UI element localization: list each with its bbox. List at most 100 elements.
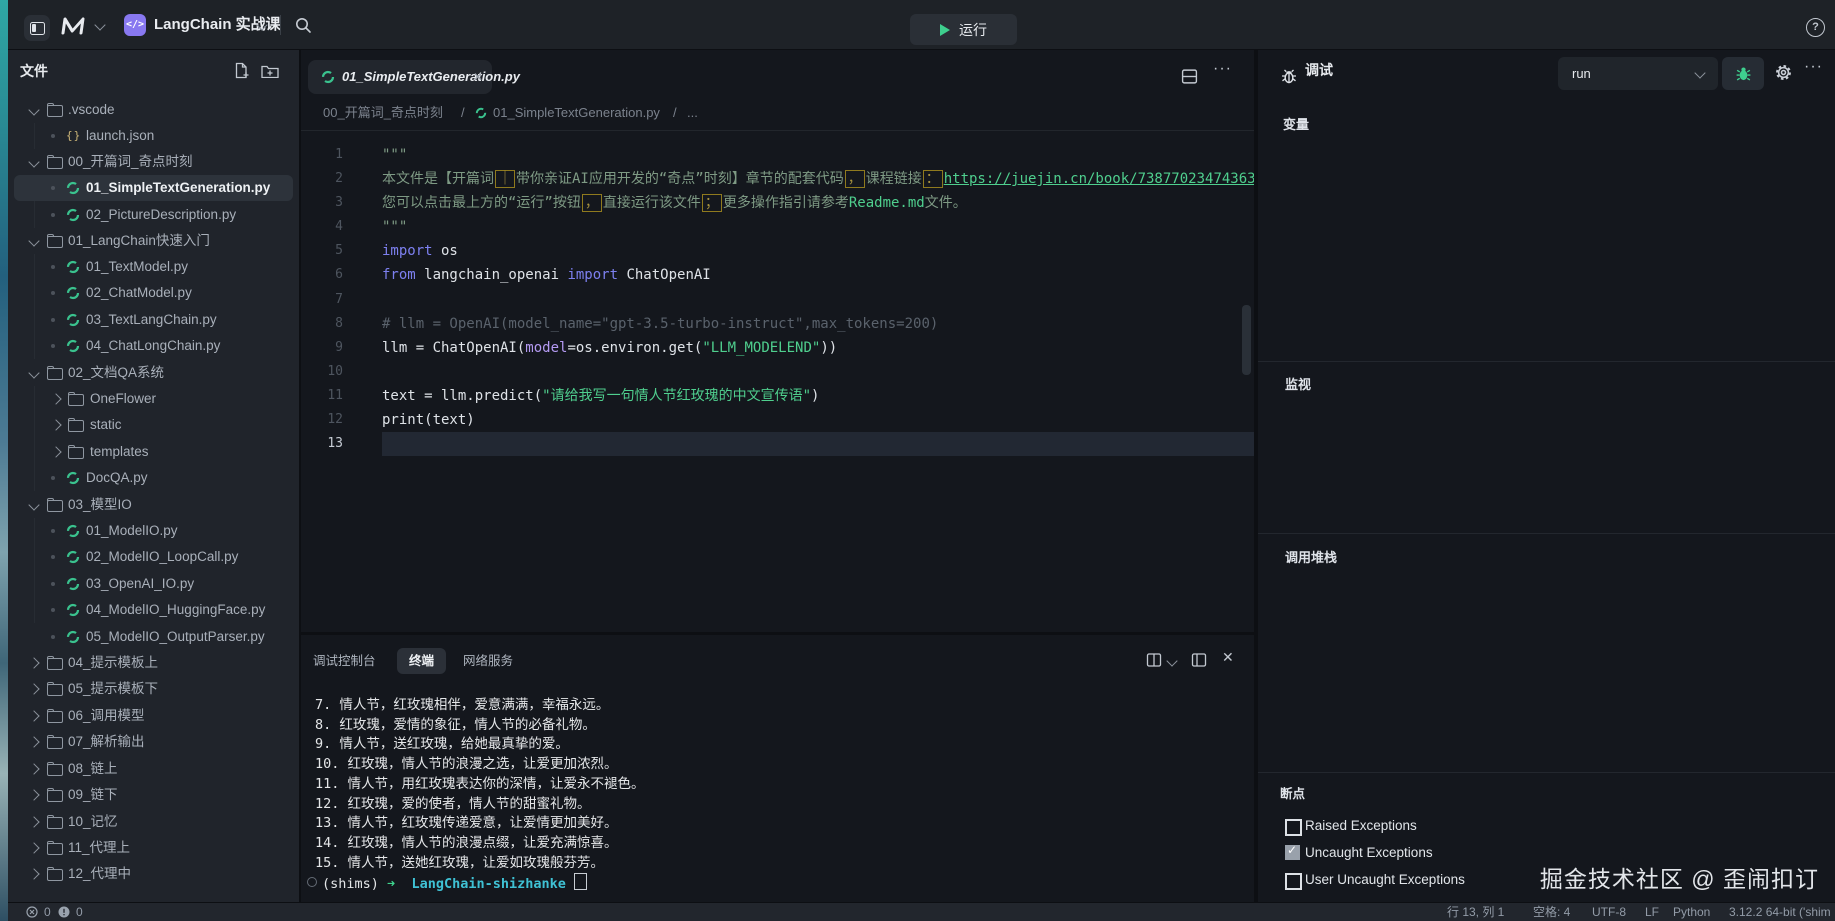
tree-item-folder[interactable]: static	[8, 412, 299, 438]
breakpoint-row[interactable]: Raised Exceptions	[1258, 816, 1835, 836]
tree-item-file[interactable]: 02_PictureDescription.py	[8, 202, 299, 228]
split-terminal-icon[interactable]	[1146, 652, 1162, 668]
tree-item-folder[interactable]: templates	[8, 439, 299, 465]
divider	[8, 902, 1835, 903]
tree-item-file-selected[interactable]: 01_SimpleTextGeneration.py	[8, 175, 299, 201]
tree-item-file[interactable]: 03_OpenAI_IO.py	[8, 571, 299, 597]
warnings-icon[interactable]	[58, 903, 70, 921]
code-line: 4"""	[301, 215, 1254, 239]
editor-area: 01_SimpleTextGeneration.py ✕ 00_开篇词_奇点时刻…	[301, 50, 1254, 632]
editor-scrollbar[interactable]	[1242, 305, 1251, 375]
tree-item-folder[interactable]: 06_调用模型	[8, 703, 299, 729]
status-spaces[interactable]: 空格: 4	[1533, 903, 1570, 921]
breadcrumb-file[interactable]: 01_SimpleTextGeneration.py	[493, 96, 660, 130]
tree-item-folder[interactable]: .vscode	[8, 97, 299, 123]
tree-item-file[interactable]: 01_ModelIO.py	[8, 518, 299, 544]
editor-more-actions-icon[interactable]: ···	[1213, 60, 1232, 78]
section-breakpoints[interactable]: 断点	[1280, 783, 1305, 802]
section-divider	[1258, 533, 1835, 534]
sidebar-title: 文件	[20, 61, 48, 81]
folder-icon	[47, 500, 63, 512]
code-line: 3您可以点击最上方的“运行”按钮，直接运行该文件；更多操作指引请参考Readme…	[301, 191, 1254, 215]
tree-item-folder[interactable]: 09_链下	[8, 782, 299, 808]
help-icon[interactable]: ?	[1806, 18, 1825, 37]
tree-item-file[interactable]: 02_ChatModel.py	[8, 280, 299, 306]
folder-icon	[68, 447, 84, 459]
tab-network[interactable]: 网络服务	[463, 648, 513, 674]
debug-settings-gear-icon[interactable]	[1774, 63, 1793, 82]
tree-item-folder[interactable]: 08_链上	[8, 756, 299, 782]
title-bar: </> LangChain 实战课 运行 ?	[8, 0, 1835, 50]
status-line-col[interactable]: 行 13, 列 1	[1447, 903, 1504, 921]
python-file-icon	[66, 603, 80, 617]
status-eol[interactable]: LF	[1645, 903, 1659, 921]
sidebar-toggle-icon[interactable]	[24, 15, 50, 41]
tree-item-folder[interactable]: 11_代理上	[8, 835, 299, 861]
breadcrumb-folder[interactable]: 00_开篇词_奇点时刻	[323, 96, 443, 130]
tree-item-folder[interactable]: 10_记忆	[8, 809, 299, 835]
git-dot	[51, 344, 55, 348]
section-callstack[interactable]: 调用堆栈	[1285, 547, 1337, 566]
tab-debug-console[interactable]: 调试控制台	[313, 648, 376, 674]
tree-item-file[interactable]: {}launch.json	[8, 123, 299, 149]
section-watch[interactable]: 监视	[1285, 374, 1311, 393]
tree-item-folder[interactable]: 04_提示模板上	[8, 650, 299, 676]
tab-close-icon[interactable]: ✕	[473, 60, 483, 94]
git-dot	[51, 318, 55, 322]
terminal-line: 15. 情人节，送她红玫瑰，让爱如玫瑰般芬芳。	[315, 853, 604, 873]
search-icon[interactable]	[294, 16, 312, 34]
terminal-line: 14. 红玫瑰，情人节的浪漫点缀，让爱充满惊喜。	[315, 833, 618, 853]
debug-more-actions-icon[interactable]: ···	[1804, 58, 1823, 76]
editor-tab[interactable]: 01_SimpleTextGeneration.py ✕	[308, 60, 492, 94]
status-interpreter[interactable]: 3.12.2 64-bit ('shim	[1729, 903, 1831, 921]
tab-terminal[interactable]: 终端	[397, 648, 446, 674]
python-file-icon	[321, 70, 335, 84]
terminal-line: 12. 红玫瑰，爱的使者，情人节的甜蜜礼物。	[315, 794, 591, 814]
code-line: 10	[301, 360, 1254, 384]
new-file-icon[interactable]	[233, 62, 249, 79]
code-line: 6from langchain_openai import ChatOpenAI	[301, 263, 1254, 287]
tree-item-folder[interactable]: 00_开篇词_奇点时刻	[8, 149, 299, 175]
terminal-prompt[interactable]: (shims) ➜ LangChain-shizhanke	[322, 873, 587, 893]
tree-item-file[interactable]: 03_TextLangChain.py	[8, 307, 299, 333]
code-line: 5import os	[301, 239, 1254, 263]
folder-icon	[47, 790, 63, 802]
breadcrumb-more[interactable]: ...	[687, 96, 698, 130]
tree-item-file[interactable]: 04_ChatLongChain.py	[8, 333, 299, 359]
tree-item-file[interactable]: DocQA.py	[8, 465, 299, 491]
tree-item-file[interactable]: 04_ModelIO_HuggingFace.py	[8, 597, 299, 623]
tree-item-file[interactable]: 01_TextModel.py	[8, 254, 299, 280]
git-dot	[51, 608, 55, 612]
debug-panel-title: 调试	[1305, 54, 1333, 86]
logo-chevron-down-icon[interactable]	[94, 19, 105, 30]
status-encoding[interactable]: UTF-8	[1592, 903, 1626, 921]
debug-config-dropdown[interactable]: run	[1558, 57, 1718, 90]
tree-item-file[interactable]: 05_ModelIO_OutputParser.py	[8, 624, 299, 650]
json-icon: {}	[66, 123, 81, 149]
breadcrumb: 00_开篇词_奇点时刻 / 01_SimpleTextGeneration.py…	[301, 96, 1254, 131]
tree-item-folder[interactable]: 05_提示模板下	[8, 676, 299, 702]
panel-layout-icon[interactable]	[1191, 652, 1207, 668]
tree-item-folder[interactable]: 07_解析输出	[8, 729, 299, 755]
split-editor-icon[interactable]	[1181, 68, 1198, 85]
section-variables[interactable]: 变量	[1283, 114, 1309, 133]
terminal-chevron-down-icon[interactable]	[1166, 655, 1177, 666]
errors-icon[interactable]	[26, 903, 38, 921]
folder-icon	[47, 843, 63, 855]
start-debug-button[interactable]	[1722, 57, 1764, 90]
run-button[interactable]: 运行	[910, 14, 1017, 45]
tree-item-folder[interactable]: OneFlower	[8, 386, 299, 412]
git-dot	[51, 635, 55, 639]
code-link[interactable]: https://juejin.cn/book/73877023474363613	[944, 171, 1281, 187]
app-logo-icon[interactable]	[60, 14, 88, 36]
tree-item-folder[interactable]: 12_代理中	[8, 861, 299, 887]
python-file-icon	[66, 208, 80, 222]
tree-item-folder[interactable]: 01_LangChain快速入门	[8, 228, 299, 254]
close-panel-icon[interactable]: ✕	[1222, 649, 1234, 666]
tree-item-folder[interactable]: 02_文档QA系统	[8, 360, 299, 386]
status-language[interactable]: Python	[1673, 903, 1710, 921]
status-bar: 0 0 行 13, 列 1 空格: 4 UTF-8 LF Python 3.12…	[8, 903, 1835, 921]
tree-item-folder[interactable]: 03_模型IO	[8, 492, 299, 518]
tree-item-file[interactable]: 02_ModelIO_LoopCall.py	[8, 544, 299, 570]
new-folder-icon[interactable]	[261, 64, 279, 78]
